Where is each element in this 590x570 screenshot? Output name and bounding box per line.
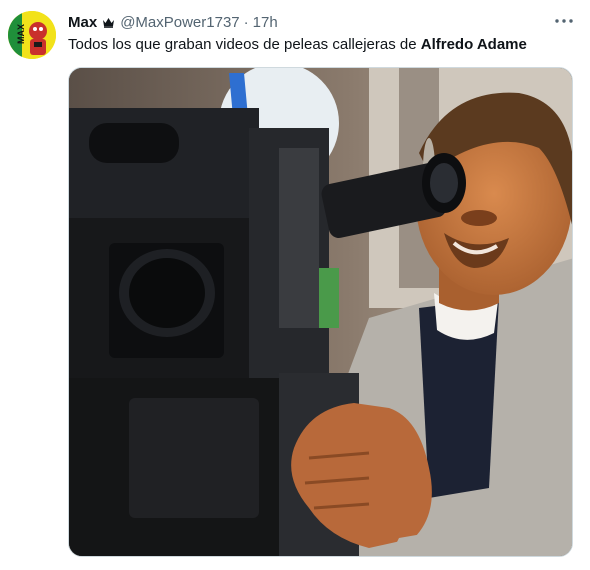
- avatar-image: MAX: [8, 11, 56, 59]
- crown-icon: [102, 17, 115, 28]
- timestamp[interactable]: 17h: [253, 14, 278, 31]
- avatar[interactable]: MAX: [8, 11, 56, 59]
- avatar-lettering: MAX: [16, 24, 26, 44]
- separator-dot: ·: [243, 13, 249, 31]
- user-handle[interactable]: @MaxPower1737: [120, 14, 239, 31]
- media-image: [69, 68, 572, 556]
- tweet-text-plain: Todos los que graban videos de peleas ca…: [68, 36, 421, 53]
- tweet-header: Max @MaxPower1737 · 17h: [68, 12, 278, 32]
- tweet-media[interactable]: [68, 67, 573, 557]
- more-options-button[interactable]: [552, 12, 576, 30]
- tweet[interactable]: MAX Max @MaxPower1737 · 17h Todos los qu…: [0, 0, 590, 570]
- display-name[interactable]: Max: [68, 14, 97, 31]
- tweet-text-mention: Alfredo Adame: [420, 36, 527, 53]
- tweet-text: Todos los que graban videos de peleas ca…: [68, 35, 527, 55]
- more-horizontal-icon: [555, 19, 573, 23]
